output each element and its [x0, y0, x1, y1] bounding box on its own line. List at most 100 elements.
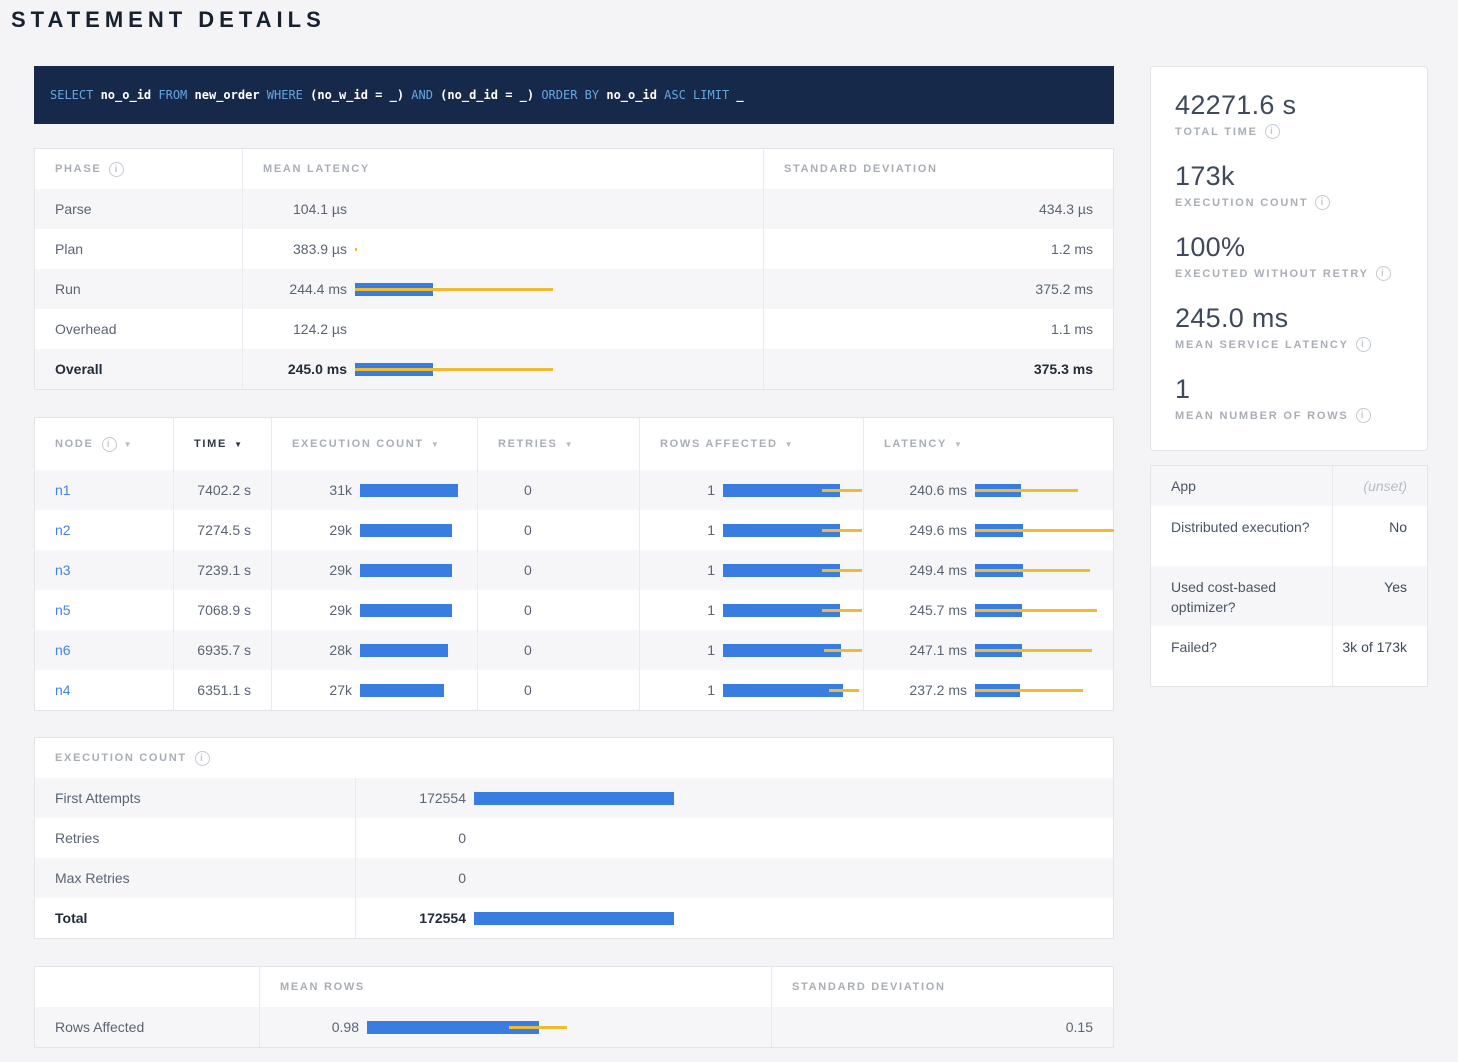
latency-bar: [975, 564, 1113, 577]
std-dev-value: 375.2 ms: [763, 269, 1113, 309]
attribute-row: App (unset): [1151, 466, 1427, 506]
mean-rows-value: 0.98: [280, 1019, 359, 1035]
phase-label: Overall: [35, 349, 242, 389]
std-dev-value: 434.3 µs: [763, 189, 1113, 229]
stat-label: TOTAL TIME: [1175, 126, 1258, 138]
stat-mean-number-of-rows: 1 MEAN NUMBER OF ROWSi: [1175, 373, 1403, 423]
execution-count-column-header[interactable]: EXECUTION COUNT▼: [271, 418, 477, 470]
info-icon[interactable]: i: [1315, 195, 1330, 210]
latency-value: 240.6 ms: [884, 482, 967, 498]
latency-value: 249.4 ms: [884, 562, 967, 578]
rows-affected-column-header[interactable]: ROWS AFFECTED▼: [639, 418, 863, 470]
node-link[interactable]: n5: [55, 602, 71, 618]
attribute-value: No: [1332, 506, 1427, 566]
phase-table: PHASE i MEAN LATENCY STANDARD DEVIATION P…: [34, 148, 1114, 390]
exec-row-label: Max Retries: [35, 858, 355, 898]
node-link[interactable]: n4: [55, 682, 71, 698]
execution-count-value: 29k: [292, 522, 352, 538]
summary-sidebar: 42271.6 s TOTAL TIMEi 173k EXECUTION COU…: [1150, 66, 1428, 687]
sort-arrow-icon: ▼: [565, 440, 575, 449]
rows-affected-value: 1: [660, 682, 715, 698]
rows-affected-bar: [723, 564, 863, 577]
mean-latency-value: 124.2 µs: [263, 321, 347, 337]
attribute-value: 3k of 173k: [1332, 626, 1427, 686]
stat-label: MEAN SERVICE LATENCY: [1175, 339, 1349, 351]
rows-affected-value: 1: [660, 522, 715, 538]
stat-executed-without-retry: 100% EXECUTED WITHOUT RETRYi: [1175, 231, 1403, 281]
execution-count-value: 31k: [292, 482, 352, 498]
rows-affected-value: 1: [660, 602, 715, 618]
table-row: Plan 383.9 µs 1.2 ms: [35, 229, 1113, 269]
node-link[interactable]: n3: [55, 562, 71, 578]
retries-column-header[interactable]: RETRIES ▼: [477, 418, 639, 470]
execution-count-value: 28k: [292, 642, 352, 658]
phase-column-header: PHASE i: [35, 149, 242, 189]
node-link[interactable]: n1: [55, 482, 71, 498]
info-icon[interactable]: i: [109, 162, 124, 177]
attribute-label: Failed?: [1151, 626, 1332, 686]
sql-token: no_o_id: [101, 88, 152, 102]
std-dev-header-label: STANDARD DEVIATION: [792, 981, 946, 993]
sql-token: (no_w_id = _): [310, 88, 404, 102]
execution-count-value: 27k: [292, 682, 352, 698]
latency-value: 247.1 ms: [884, 642, 967, 658]
phase-label: Overhead: [35, 309, 242, 349]
latency-bar: [355, 203, 763, 216]
execution-count-bar: [360, 564, 477, 577]
node-link[interactable]: n6: [55, 642, 71, 658]
sort-arrow-icon: ▼: [234, 440, 244, 449]
execution-count-table: EXECUTION COUNTi First Attempts 172554 R…: [34, 737, 1114, 939]
phase-label: Run: [35, 269, 242, 309]
sql-token: ASC LIMIT: [657, 88, 736, 102]
node-link[interactable]: n2: [55, 522, 71, 538]
time-column-header[interactable]: TIME▼: [173, 418, 271, 470]
phase-header-label: PHASE: [55, 163, 101, 175]
info-icon[interactable]: i: [1376, 266, 1391, 281]
mean-latency-value: 383.9 µs: [263, 241, 347, 257]
attribute-row: Failed? 3k of 173k: [1151, 626, 1427, 686]
attribute-value: Yes: [1332, 566, 1427, 626]
latency-bar: [355, 283, 763, 296]
rows-affected-bar: [723, 484, 863, 497]
info-icon[interactable]: i: [1356, 408, 1371, 423]
main-content: SELECT no_o_id FROM new_order WHERE (no_…: [34, 66, 1114, 1048]
node-column-header[interactable]: NODEi▼: [35, 418, 173, 470]
count-bar: [474, 912, 1113, 925]
execution-count-bar: [360, 604, 477, 617]
exec-row-value: 172554: [376, 910, 466, 926]
mean-rows-header-label: MEAN ROWS: [280, 981, 365, 993]
count-bar: [474, 872, 1113, 885]
attribute-value: (unset): [1332, 466, 1427, 506]
latency-column-header[interactable]: LATENCY▼: [863, 418, 1113, 470]
info-icon[interactable]: i: [1356, 337, 1371, 352]
rows-affected-bar: [723, 644, 863, 657]
time-value: 7402.2 s: [173, 470, 271, 510]
info-icon[interactable]: i: [1265, 124, 1280, 139]
execution-count-value: 29k: [292, 602, 352, 618]
retries-value: 0: [477, 590, 639, 630]
retries-value: 0: [477, 510, 639, 550]
retries-value: 0: [477, 550, 639, 590]
retries-header-label: RETRIES: [498, 438, 558, 450]
stat-label: EXECUTED WITHOUT RETRY: [1175, 268, 1369, 280]
attribute-label: App: [1151, 466, 1332, 506]
std-dev-header-label: STANDARD DEVIATION: [784, 163, 938, 175]
info-icon[interactable]: i: [195, 751, 210, 766]
exec-row-value: 0: [376, 870, 466, 886]
std-dev-value: 0.15: [771, 1007, 1113, 1047]
mean-latency-value: 244.4 ms: [263, 281, 347, 297]
time-value: 7239.1 s: [173, 550, 271, 590]
info-icon[interactable]: i: [102, 437, 117, 452]
mean-rows-bar: [367, 1021, 771, 1034]
rows-affected-value: 1: [660, 642, 715, 658]
sql-token: _: [736, 88, 743, 102]
statement-attributes-card: App (unset) Distributed execution? No Us…: [1150, 465, 1428, 687]
mean-latency-value: 104.1 µs: [263, 201, 347, 217]
table-row: n6 6935.7 s 28k 0 1 247.1 ms: [35, 630, 1113, 670]
mean-latency-column-header: MEAN LATENCY: [242, 149, 763, 189]
table-row: Run 244.4 ms 375.2 ms: [35, 269, 1113, 309]
sql-token: AND: [404, 88, 440, 102]
execution-count-bar: [360, 524, 477, 537]
sort-arrow-icon: ▼: [954, 440, 964, 449]
sql-token: FROM: [151, 88, 194, 102]
